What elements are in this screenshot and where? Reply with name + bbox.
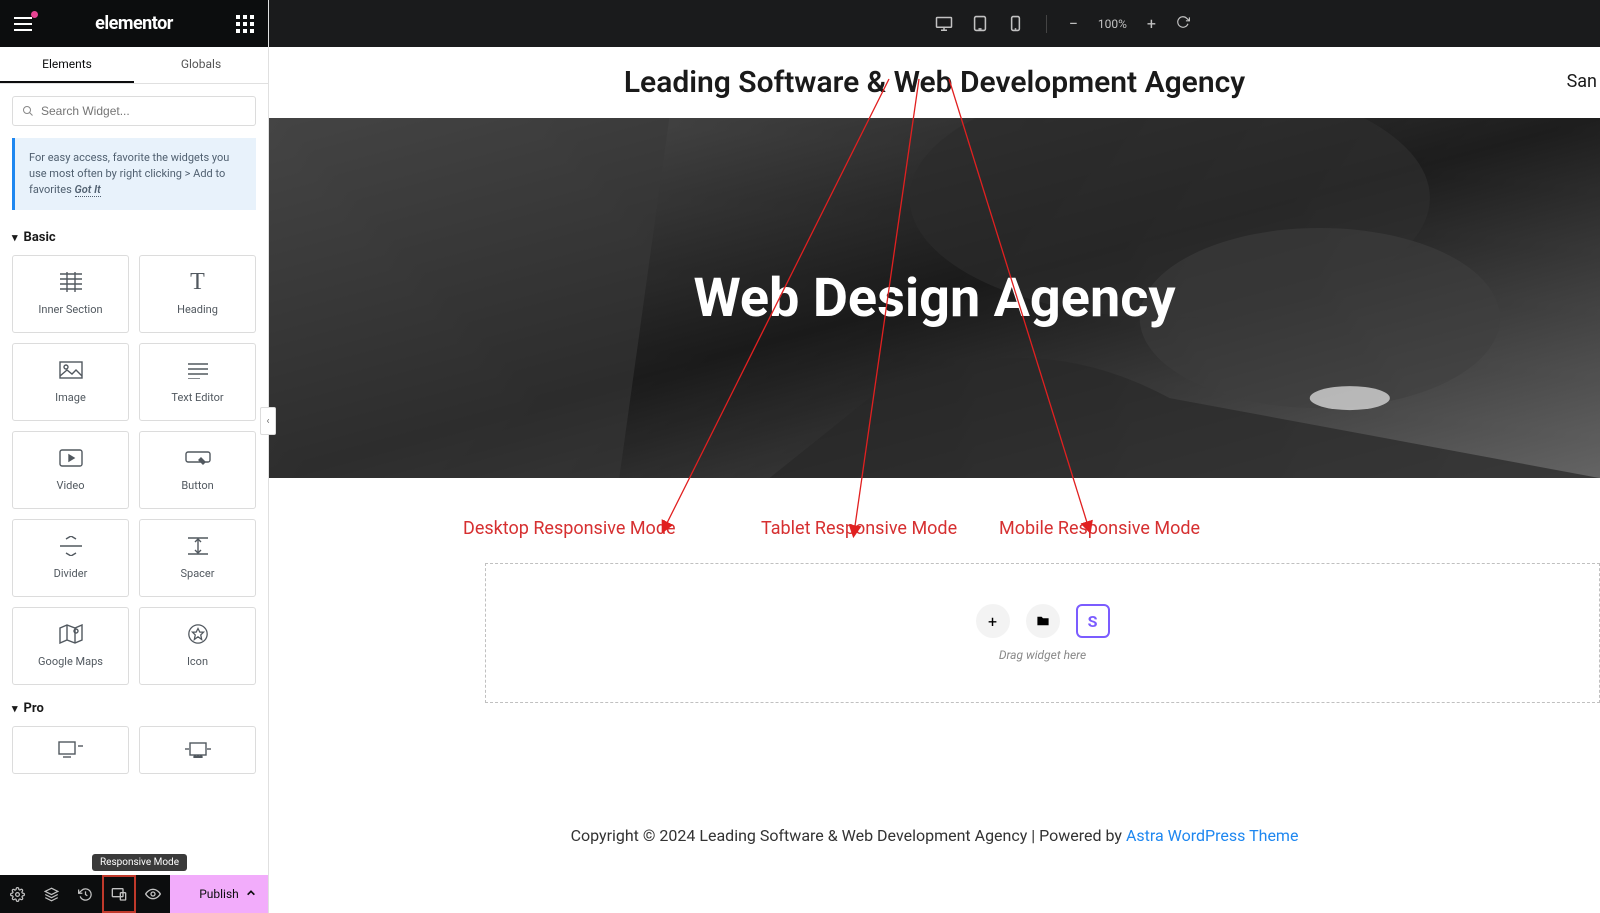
preview-icon[interactable]: [136, 875, 170, 913]
publish-button[interactable]: Publish: [170, 875, 268, 913]
widget-label: Button: [181, 479, 213, 492]
tip-gotit-link[interactable]: Got It: [75, 183, 101, 197]
add-s-button[interactable]: S: [1076, 604, 1110, 638]
site-footer-text: Copyright © 2024 Leading Software & Web …: [269, 826, 1600, 845]
site-title: Leading Software & Web Development Agenc…: [269, 47, 1600, 118]
sidebar-footer: Responsive Mode Publish: [0, 875, 268, 913]
device-desktop-button[interactable]: [930, 10, 958, 38]
pro-widget-icon: [58, 739, 84, 761]
device-mobile-button[interactable]: [1002, 10, 1030, 38]
zoom-value: 100%: [1098, 17, 1127, 31]
settings-icon[interactable]: [0, 875, 34, 913]
search-icon: [22, 105, 34, 117]
apps-grid-icon[interactable]: [236, 15, 254, 33]
menu-toggle-icon[interactable]: [14, 17, 32, 31]
category-pro-label[interactable]: Pro: [12, 695, 256, 726]
preview-canvas: Leading Software & Web Development Agenc…: [269, 47, 1600, 913]
editor-main: − 100% + Leading Software & Web Developm…: [269, 0, 1600, 913]
responsive-mode-button[interactable]: Responsive Mode: [102, 875, 136, 913]
widget-spacer[interactable]: Spacer: [139, 519, 256, 597]
tab-elements[interactable]: Elements: [0, 47, 134, 83]
panel-collapse-handle[interactable]: ‹: [260, 407, 276, 435]
divider-icon: [59, 535, 83, 557]
widget-heading[interactable]: T Heading: [139, 255, 256, 333]
empty-section-dropzone[interactable]: + S Drag widget here: [485, 563, 1600, 703]
widget-label: Image: [55, 391, 86, 404]
map-icon: [59, 623, 83, 645]
notification-dot: [31, 11, 38, 18]
widget-label: Google Maps: [38, 655, 103, 668]
responsive-mode-tooltip: Responsive Mode: [92, 854, 187, 871]
widget-google-maps[interactable]: Google Maps: [12, 607, 129, 685]
history-icon[interactable]: [68, 875, 102, 913]
elementor-sidebar: elementor Elements Globals For easy acce…: [0, 0, 269, 913]
hero-heading: Web Design Agency: [693, 267, 1175, 330]
navigator-icon[interactable]: [34, 875, 68, 913]
widget-icon[interactable]: Icon: [139, 607, 256, 685]
pro-widget-icon: [184, 739, 212, 761]
search-wrap: [0, 84, 268, 138]
widget-pro-2[interactable]: [139, 726, 256, 774]
widget-label: Divider: [54, 567, 88, 580]
favorites-tip: For easy access, favorite the widgets yo…: [12, 138, 256, 210]
category-pro: Pro: [0, 695, 268, 774]
annotation-mobile: Mobile Responsive Mode: [999, 518, 1200, 539]
heading-icon: T: [190, 271, 205, 293]
button-icon: [185, 447, 211, 469]
panel-tabs: Elements Globals: [0, 47, 268, 84]
drop-hint: Drag widget here: [999, 648, 1086, 662]
video-icon: [59, 447, 83, 469]
zoom-in-button[interactable]: +: [1141, 14, 1162, 33]
inner-section-icon: [59, 271, 83, 293]
widget-video[interactable]: Video: [12, 431, 129, 509]
add-template-button[interactable]: [1026, 604, 1060, 638]
page-nav-partial: San: [1567, 47, 1600, 116]
category-basic: Basic Inner Section T Heading Image: [0, 224, 268, 685]
widget-inner-section[interactable]: Inner Section: [12, 255, 129, 333]
tab-globals[interactable]: Globals: [134, 47, 268, 83]
footer-copyright: Copyright © 2024 Leading Software & Web …: [571, 826, 1126, 845]
footer-theme-link[interactable]: Astra WordPress Theme: [1126, 826, 1298, 845]
widget-label: Text Editor: [171, 391, 223, 404]
widget-label: Video: [57, 479, 85, 492]
widget-label: Heading: [177, 303, 218, 316]
widget-text-editor[interactable]: Text Editor: [139, 343, 256, 421]
widget-label: Inner Section: [38, 303, 102, 316]
search-input[interactable]: [12, 96, 256, 126]
zoom-out-button[interactable]: −: [1063, 14, 1084, 33]
topbar-separator: [1046, 15, 1047, 33]
annotations: Desktop Responsive Mode Tablet Responsiv…: [269, 478, 1600, 563]
spacer-icon: [186, 535, 210, 557]
widget-divider[interactable]: Divider: [12, 519, 129, 597]
star-icon: [187, 623, 209, 645]
chevron-up-icon[interactable]: [246, 887, 256, 901]
elementor-logo: elementor: [95, 13, 173, 34]
device-tablet-button[interactable]: [966, 10, 994, 38]
widget-label: Icon: [187, 655, 208, 668]
hero-section[interactable]: Web Design Agency: [269, 118, 1600, 478]
panel-body: For easy access, favorite the widgets yo…: [0, 138, 268, 913]
add-section-button[interactable]: +: [976, 604, 1010, 638]
widget-button[interactable]: Button: [139, 431, 256, 509]
publish-label: Publish: [199, 887, 239, 901]
responsive-topbar: − 100% +: [269, 0, 1600, 47]
image-icon: [59, 359, 83, 381]
annotation-tablet: Tablet Responsive Mode: [761, 518, 957, 539]
zoom-reset-button[interactable]: [1170, 14, 1196, 33]
sidebar-header: elementor: [0, 0, 268, 47]
widget-label: Spacer: [180, 567, 214, 580]
tip-text: For easy access, favorite the widgets yo…: [29, 151, 229, 196]
widget-pro-1[interactable]: [12, 726, 129, 774]
annotation-desktop: Desktop Responsive Mode: [463, 518, 676, 539]
text-editor-icon: [186, 359, 210, 381]
category-basic-label[interactable]: Basic: [12, 224, 256, 255]
widget-image[interactable]: Image: [12, 343, 129, 421]
